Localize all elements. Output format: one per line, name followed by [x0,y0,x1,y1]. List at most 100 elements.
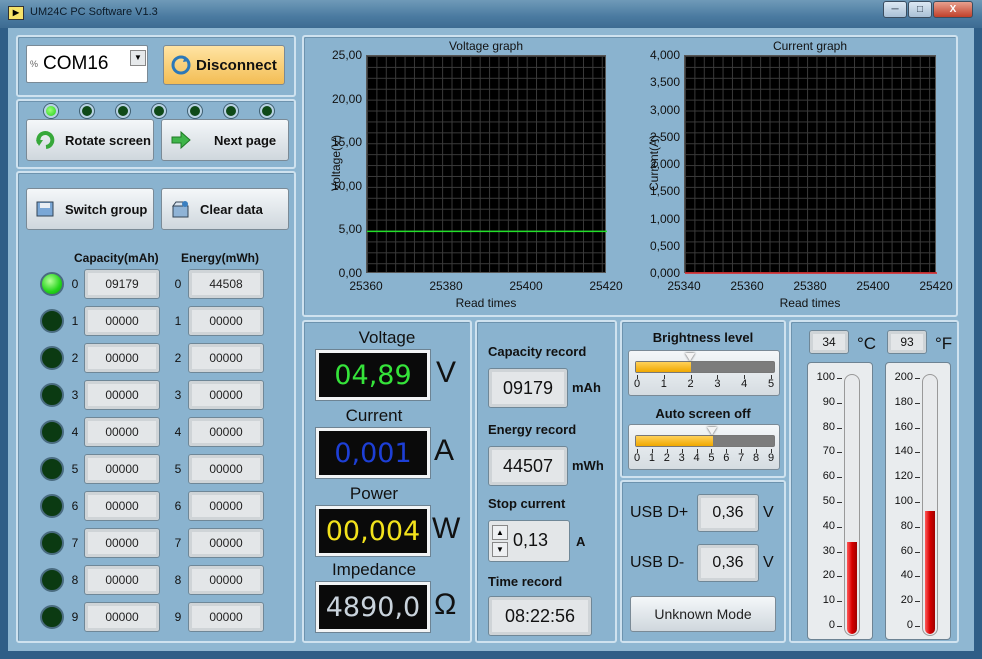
energy-cell: 00000 [188,454,264,484]
brightness-thumb[interactable] [685,353,696,361]
status-indicator [80,104,94,118]
series-layer [685,272,937,274]
app-icon: ▶ [8,6,24,20]
celsius-scale-label: 70 [822,445,835,458]
fahrenheit-scale-label: 100 [894,495,913,507]
fahrenheit-scale-label: 20 [900,594,913,607]
scale-tick [915,477,920,479]
fahrenheit-scale-label: 80 [900,519,913,532]
group-led[interactable] [40,346,64,370]
readings-panel: Voltage 04,89 V Current 0,001 A Power 00… [302,320,472,643]
current-value: 0,001 [334,437,412,469]
close-button[interactable]: X [933,1,973,18]
group-led[interactable] [40,383,64,407]
maximize-button[interactable]: □ [908,1,932,18]
row-index: 0 [174,277,182,291]
fahrenheit-scale-label: 140 [894,445,913,458]
y-axis-label: Current(A) [647,135,661,192]
energy-record-label: Energy record [488,422,577,437]
slider-tick-label: 8 [753,452,760,464]
celsius-unit: °C [857,334,877,353]
group-led[interactable] [40,568,64,592]
energy-cell: 00000 [188,565,264,595]
auto-off-thumb[interactable] [706,427,717,435]
row-index: 4 [174,425,182,439]
scale-tick [915,452,920,454]
disconnect-button[interactable]: Disconnect [163,45,285,85]
brightness-slider[interactable]: 0 1 2 3 4 5 [628,350,780,396]
slider-tick-label: 1 [660,378,667,390]
scale-tick [915,551,920,553]
group-led[interactable] [40,309,64,333]
scale-tick [837,526,842,528]
voltage-plot [366,55,607,273]
increment-icon[interactable]: ▲ [492,525,508,540]
rotate-screen-button[interactable]: Rotate screen [26,119,154,161]
fahrenheit-scale-label: 180 [894,395,913,408]
scale-tick [837,402,842,404]
status-indicator [260,104,274,118]
clear-icon [168,198,194,220]
celsius-scale-label: 100 [816,371,835,383]
series-layer [367,230,607,233]
group-led[interactable] [40,457,64,481]
fahrenheit-scale-label: 40 [900,569,913,582]
x-tick-label: 25420 [919,279,953,293]
group-led[interactable] [40,420,64,444]
next-page-button[interactable]: Next page [161,119,289,161]
y-tick-label: 4,000 [649,48,680,62]
stop-current-stepper[interactable]: ▲ ▼ 0,13 [488,520,570,562]
slider-tick-label: 1 [648,452,655,464]
scale-tick [837,502,842,503]
celsius-scale-label: 50 [822,495,835,507]
current-display: 0,001 [315,427,431,479]
fahrenheit-unit: °F [935,334,953,353]
power-value: 00,004 [325,515,421,547]
decrement-icon[interactable]: ▼ [492,542,508,557]
capacity-cell: 00000 [84,565,160,595]
usb-mode-button[interactable]: Unknown Mode [630,596,776,632]
energy-cell: 00000 [188,602,264,632]
navigation-panel: Rotate screen Next page [16,99,296,169]
row-index: 7 [71,536,79,550]
chevron-down-icon[interactable]: ▼ [130,50,146,66]
row-index: 7 [174,536,182,550]
energy-cell: 00000 [188,491,264,521]
auto-off-label: Auto screen off [655,406,751,421]
capacity-cell: 00000 [84,528,160,558]
row-index: 5 [174,462,182,476]
row-index: 9 [174,610,182,624]
slider-tick-label: 9 [767,452,775,464]
chart-title: Current graph [772,39,848,53]
scale-tick [915,502,920,503]
auto-off-slider[interactable]: 0123456789 [628,424,780,470]
row-index: 3 [174,388,182,402]
group-led[interactable] [40,272,64,296]
impedance-display: 4890,0 [315,581,431,633]
rotate-screen-label: Rotate screen [65,132,151,148]
switch-group-button[interactable]: Switch group [26,188,154,230]
slider-tick-label: 4 [741,378,748,390]
clear-data-button[interactable]: Clear data [161,188,289,230]
group-led[interactable] [40,531,64,555]
celsius-scale-label: 90 [822,395,835,408]
group-led[interactable] [40,494,64,518]
x-tick-label: 25420 [589,279,623,293]
slider-tick-label: 0 [633,452,641,464]
usb-dplus-value: 0,36 [697,494,759,532]
status-indicator [152,104,166,118]
x-tick-label: 25360 [349,279,383,293]
row-index: 8 [174,573,182,587]
minimize-button[interactable]: ─ [883,1,907,18]
energy-cell: 00000 [188,306,264,336]
scale-tick [837,427,842,429]
energy-record-unit: mWh [572,458,604,473]
group-led[interactable] [40,605,64,629]
scale-tick [837,452,842,454]
save-icon [33,198,59,220]
capacity-header: Capacity(mAh) [74,251,159,265]
celsius-scale-label: 0 [828,619,835,631]
stop-current-unit: A [576,534,586,549]
next-page-label: Next page [214,132,277,148]
slider-tick-label: 5 [767,378,775,390]
